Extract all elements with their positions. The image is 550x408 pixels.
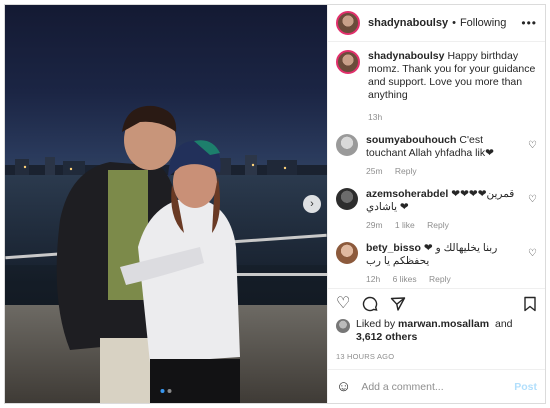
comment-item: bety_bisso ❤ ربنا يخليهالك و يحفظكم يا رب… (336, 242, 537, 284)
carousel-dot-active (160, 389, 165, 393)
comment-meta: 25m Reply (366, 166, 537, 176)
comment-input[interactable] (361, 380, 505, 393)
comment-icon[interactable] (362, 296, 378, 312)
likes-prefix: Liked by (356, 318, 399, 330)
comments-list: shadynaboulsy Happy birthday momz. Thank … (328, 42, 545, 288)
bookmark-icon[interactable] (523, 296, 537, 312)
comment-body: azemsoherabdel ❤❤❤❤قمرين ياشادي ❤ (366, 188, 537, 214)
caption-username[interactable]: shadynaboulsy (368, 50, 444, 62)
carousel-dot (167, 389, 172, 393)
heart-icon[interactable]: ♡ (528, 248, 537, 259)
post-header: shadynaboulsy • Following ••• (328, 5, 545, 42)
chevron-right-icon[interactable]: › (303, 195, 321, 213)
comment-meta: 12h 6 likes Reply (366, 274, 537, 284)
comment-body: bety_bisso ❤ ربنا يخليهالك و يحفظكم يا رب (366, 242, 537, 268)
reply-button[interactable]: Reply (429, 274, 451, 284)
comment-composer: ☺ Post (328, 369, 545, 403)
comment-item: soumyabouhouch C'est touchant Allah yhfad… (336, 134, 537, 176)
heart-icon[interactable]: ♡ (528, 194, 537, 205)
emoji-icon[interactable]: ☺ (336, 378, 351, 395)
like-heart-icon[interactable]: ♡ (336, 295, 350, 312)
commenter-avatar[interactable] (336, 188, 358, 210)
caption-body: shadynaboulsy Happy birthday momz. Thank … (368, 50, 537, 102)
comment-item: azemsoherabdel ❤❤❤❤قمرين ياشادي ❤ 29m 1 l… (336, 188, 537, 230)
caption-time[interactable]: 13h (368, 112, 382, 122)
commenter-avatar[interactable] (336, 242, 358, 264)
author-avatar[interactable] (336, 50, 360, 74)
post-modal: › shadynaboulsy • Following ••• shadynab… (4, 4, 546, 404)
post-sidebar: shadynaboulsy • Following ••• shadynabou… (327, 5, 545, 403)
comment-time[interactable]: 29m (366, 220, 383, 230)
comment-username[interactable]: azemsoherabdel (366, 188, 448, 200)
comment-username[interactable]: soumyabouhouch (366, 134, 456, 146)
post-actions: ♡ (328, 288, 545, 318)
comment-meta: 29m 1 like Reply (366, 220, 537, 230)
comment-likes[interactable]: 1 like (395, 220, 415, 230)
comment-likes[interactable]: 6 likes (393, 274, 417, 284)
comment-time[interactable]: 12h (366, 274, 380, 284)
caption: shadynaboulsy Happy birthday momz. Thank … (336, 50, 537, 122)
liker-avatar[interactable] (336, 319, 350, 333)
more-horizontal-icon[interactable]: ••• (521, 16, 537, 30)
reply-button[interactable]: Reply (427, 220, 449, 230)
woman-figure (120, 140, 240, 403)
carousel-indicator (160, 389, 172, 393)
author-username[interactable]: shadynaboulsy (368, 17, 448, 29)
comment-body: soumyabouhouch C'est touchant Allah yhfad… (366, 134, 537, 160)
likes-middle: and (492, 318, 513, 330)
author-avatar[interactable] (336, 11, 360, 35)
comment-username[interactable]: bety_bisso (366, 242, 421, 254)
share-icon[interactable] (390, 296, 406, 312)
likes-summary: Liked by marwan.mosallam and 3,612 other… (328, 318, 545, 344)
separator-dot: • (452, 17, 456, 29)
commenter-avatar[interactable] (336, 134, 358, 156)
comment-time[interactable]: 25m (366, 166, 383, 176)
heart-icon[interactable]: ♡ (528, 140, 537, 151)
likes-others[interactable]: 3,612 others (356, 331, 417, 343)
reply-button[interactable]: Reply (395, 166, 417, 176)
post-button[interactable]: Post (514, 381, 537, 393)
post-photo[interactable]: › (5, 5, 327, 403)
caption-meta: 13h (368, 112, 537, 122)
liker-username[interactable]: marwan.mosallam (398, 318, 489, 330)
post-timestamp[interactable]: 13 HOURS AGO (328, 344, 545, 361)
following-button[interactable]: Following (460, 17, 506, 29)
